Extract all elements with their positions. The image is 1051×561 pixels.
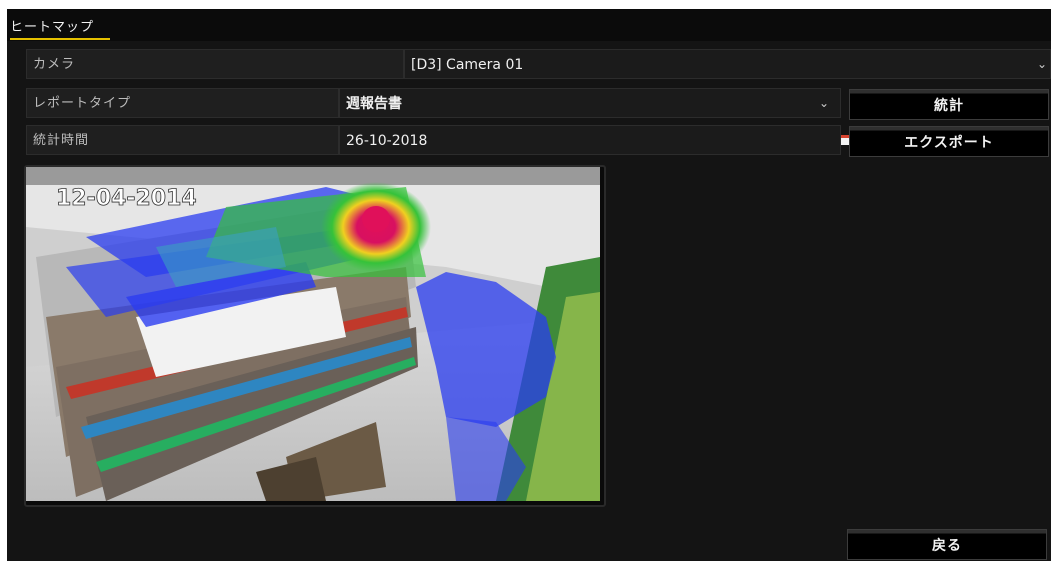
report-type-value: 週報告書	[346, 96, 402, 112]
tab-heatmap[interactable]: ヒートマップ	[10, 16, 94, 38]
stat-time-value: 26-10-2018	[346, 133, 428, 149]
tab-bar: ヒートマップ	[7, 9, 1051, 41]
heatmap-preview: 12-04-2014	[24, 165, 606, 507]
statistics-button[interactable]: 統計	[849, 89, 1049, 120]
stat-time-label: 統計時間	[26, 125, 339, 155]
report-type-select[interactable]: 週報告書	[339, 88, 841, 118]
camera-select[interactable]: [D3] Camera 01	[404, 49, 1051, 79]
export-button[interactable]: エクスポート	[849, 126, 1049, 157]
report-type-row: レポートタイプ 週報告書 ⌄	[26, 88, 841, 118]
report-type-label: レポートタイプ	[26, 88, 339, 118]
back-button[interactable]: 戻る	[847, 529, 1047, 560]
camera-select-value: [D3] Camera 01	[411, 57, 524, 73]
camera-label: カメラ	[26, 49, 404, 79]
chevron-down-icon[interactable]: ⌄	[819, 88, 829, 116]
stat-time-field[interactable]: 26-10-2018	[339, 125, 841, 155]
chevron-down-icon[interactable]: ⌄	[1037, 49, 1047, 77]
preview-timestamp: 12-04-2014	[56, 186, 197, 211]
heatmap-window: ヒートマップ カメラ [D3] Camera 01 ⌄ レポートタイプ 週報告書…	[7, 9, 1051, 561]
stat-time-row: 統計時間 26-10-2018	[26, 125, 851, 155]
camera-row: カメラ [D3] Camera 01 ⌄	[26, 49, 1051, 79]
heatmap-image: 12-04-2014	[26, 167, 600, 501]
active-tab-indicator	[10, 38, 110, 40]
